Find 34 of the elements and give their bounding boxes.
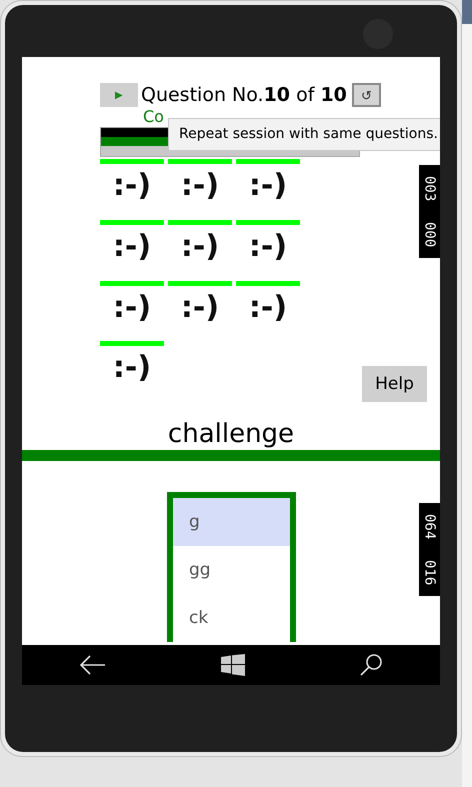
smiley-text: :-) [248, 228, 288, 266]
help-button[interactable]: Help [362, 366, 427, 402]
option-item[interactable]: ck [173, 594, 290, 642]
repeat-button[interactable]: ↺ [352, 83, 381, 107]
smiley-text: :-) [112, 288, 152, 326]
smiley-text: :-) [112, 349, 152, 388]
frame-counter: 064 016 [419, 503, 440, 596]
windows-icon[interactable] [221, 654, 245, 676]
result-bar [236, 280, 300, 286]
result-bar [100, 341, 164, 346]
challenge-word: challenge [166, 418, 296, 450]
smiley-text: :-) [248, 167, 288, 205]
result-bar [168, 280, 232, 286]
question-counter: Question No.10 of 10 [141, 84, 347, 106]
result-bar [100, 220, 164, 225]
smiley-text: :-) [180, 167, 220, 205]
option-item[interactable]: gg [173, 546, 290, 594]
result-bar [100, 159, 164, 164]
tooltip: Repeat session with same questions. [168, 118, 440, 151]
smiley-text: :-) [180, 288, 220, 326]
correct-count: Co [143, 107, 164, 127]
result-bar [236, 159, 300, 164]
search-icon[interactable] [359, 653, 383, 677]
smiley-text: :-) [248, 288, 288, 326]
smiley-text: :-) [180, 228, 220, 266]
back-icon[interactable] [79, 654, 107, 676]
smiley-text: :-) [112, 167, 152, 205]
result-bar [168, 220, 232, 225]
result-bar [236, 220, 300, 225]
result-bar [100, 280, 164, 286]
frame-counter: 003 000 [419, 165, 440, 258]
result-bar [168, 159, 232, 164]
option-item[interactable]: g [173, 498, 290, 546]
smiley-text: :-) [112, 228, 152, 266]
